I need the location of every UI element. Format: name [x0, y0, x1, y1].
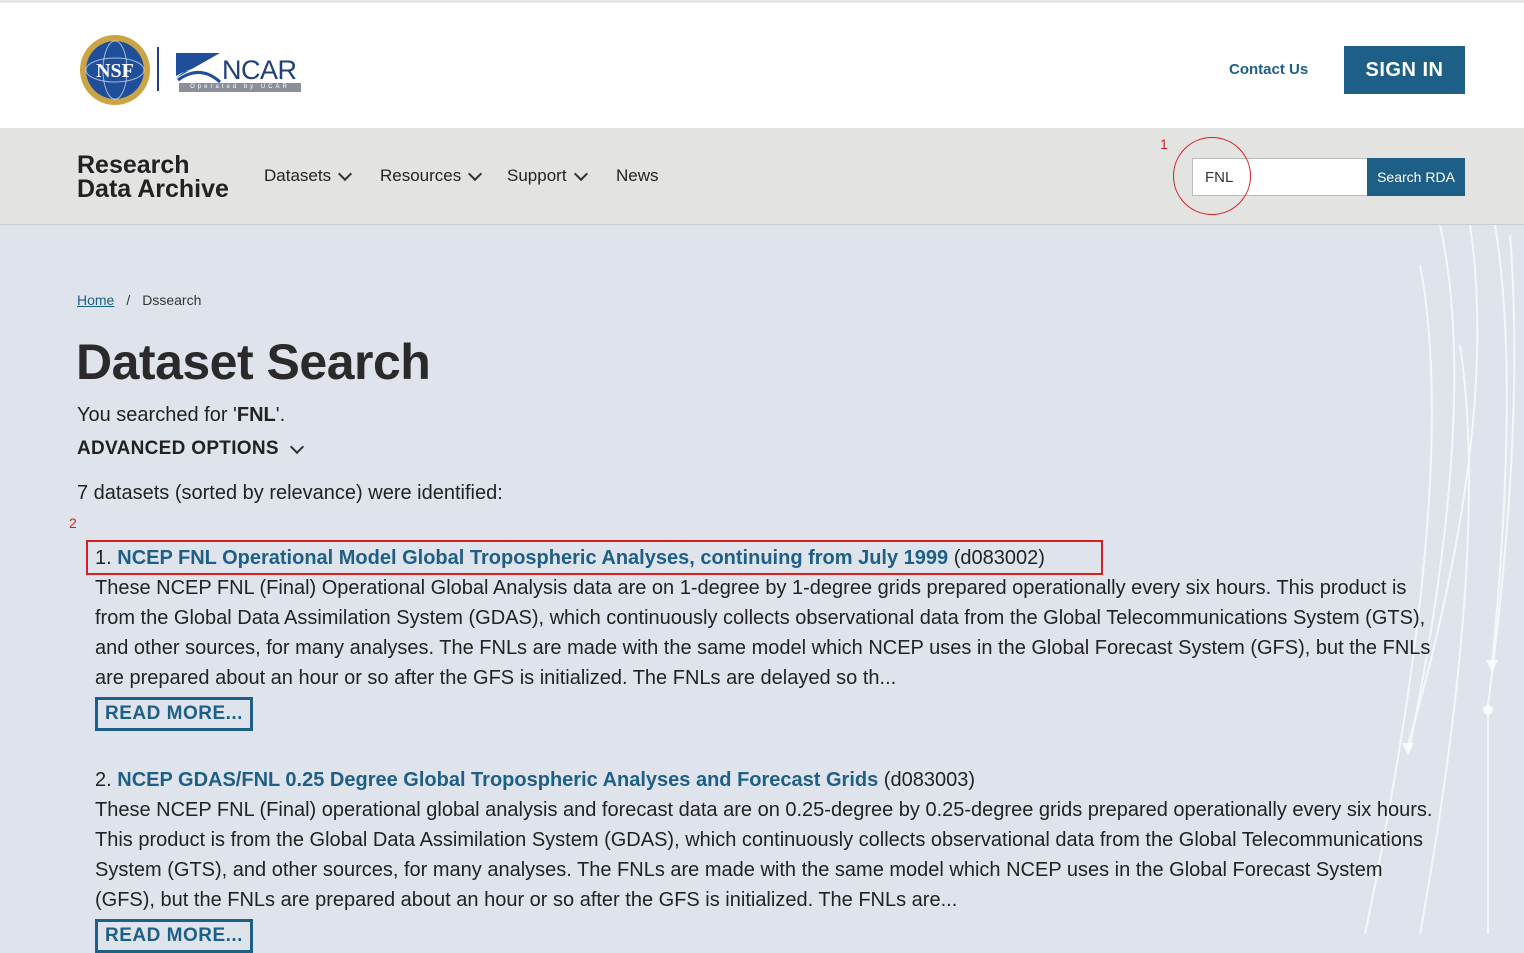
result-heading: 1. NCEP FNL Operational Model Global Tro… — [95, 543, 1445, 573]
sign-in-button[interactable]: SIGN IN — [1344, 46, 1465, 94]
chevron-down-icon — [289, 439, 304, 454]
nsf-logo[interactable]: NSF — [78, 33, 152, 107]
breadcrumb-separator: / — [126, 292, 131, 308]
nav-support[interactable]: Support — [507, 166, 588, 186]
svg-text:NSF: NSF — [96, 60, 134, 82]
site-header: NSF NCAR Operated by UCAR Contact Us SIG… — [0, 0, 1524, 128]
advanced-options-label: ADVANCED OPTIONS — [77, 438, 279, 459]
search-term: FNL — [236, 404, 276, 426]
result-item: 2. NCEP GDAS/FNL 0.25 Degree Global Trop… — [95, 765, 1445, 953]
nav-datasets[interactable]: Datasets — [264, 166, 353, 186]
breadcrumb-home-link[interactable]: Home — [77, 292, 114, 308]
search-rda-button[interactable]: Search RDA — [1367, 158, 1465, 196]
result-description: These NCEP FNL (Final) Operational Globa… — [95, 577, 1431, 689]
result-description: These NCEP FNL (Final) operational globa… — [95, 799, 1433, 911]
nav-support-label: Support — [507, 166, 567, 185]
result-dataset-id: (d083002) — [953, 547, 1045, 569]
chevron-down-icon — [338, 166, 353, 181]
ncar-wordmark: NCAR — [222, 55, 297, 85]
nav-news[interactable]: News — [616, 166, 659, 186]
read-more-button[interactable]: READ MORE... — [95, 919, 253, 953]
annotation-circle — [1173, 137, 1251, 215]
result-title-link[interactable]: NCEP GDAS/FNL 0.25 Degree Global Troposp… — [117, 769, 878, 791]
search-summary-prefix: You searched for ' — [77, 404, 237, 426]
chevron-down-icon — [468, 166, 483, 181]
result-number: 2. — [95, 769, 112, 791]
search-summary: You searched for 'FNL'. — [77, 404, 285, 427]
result-dataset-id: (d083003) — [883, 769, 975, 791]
advanced-options-toggle[interactable]: ADVANCED OPTIONS — [77, 438, 304, 460]
page-title: Dataset Search — [76, 334, 431, 390]
nav-resources[interactable]: Resources — [380, 166, 483, 186]
chevron-down-icon — [573, 166, 588, 181]
breadcrumb: Home / Dssearch — [77, 292, 201, 308]
annotation-marker-1: 1 — [1160, 136, 1168, 152]
read-more-button[interactable]: READ MORE... — [95, 697, 253, 731]
results-count: 7 datasets (sorted by relevance) were id… — [77, 482, 503, 504]
nav-resources-label: Resources — [380, 166, 462, 185]
nav-news-label: News — [616, 166, 659, 185]
search-summary-suffix: '. — [275, 404, 286, 426]
breadcrumb-current: Dssearch — [142, 292, 202, 308]
rda-title-line2: Data Archive — [77, 175, 229, 203]
rda-title-line1: Research — [77, 151, 190, 179]
result-number: 1. — [95, 547, 112, 569]
ncar-tagline: Operated by UCAR — [179, 83, 301, 92]
rda-home-link[interactable]: Research Data Archive — [77, 151, 229, 203]
result-item: 1. NCEP FNL Operational Model Global Tro… — [95, 543, 1445, 731]
result-title-link[interactable]: NCEP FNL Operational Model Global Tropos… — [117, 547, 948, 569]
nav-datasets-label: Datasets — [264, 166, 332, 185]
annotation-marker-2: 2 — [69, 515, 77, 531]
logo-divider — [157, 47, 159, 91]
contact-us-link[interactable]: Contact Us — [1229, 61, 1308, 78]
result-heading: 2. NCEP GDAS/FNL 0.25 Degree Global Trop… — [95, 765, 1445, 795]
